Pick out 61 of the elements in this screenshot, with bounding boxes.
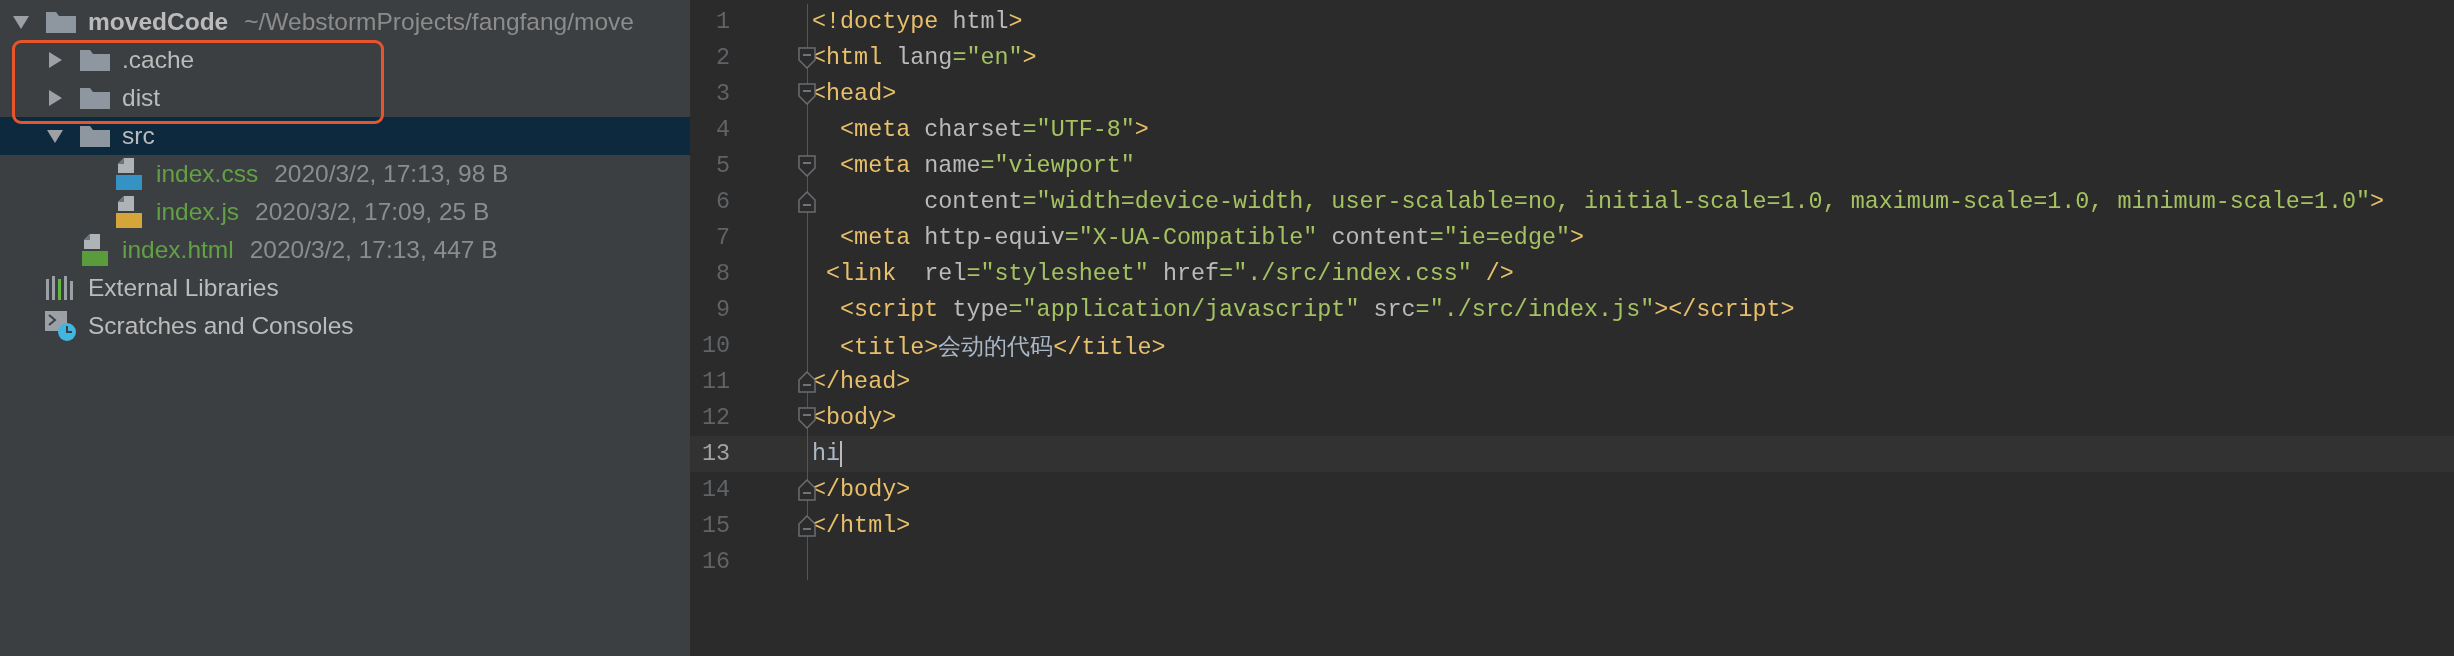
fold-marker-icon[interactable] xyxy=(798,479,816,501)
line-number: 7 xyxy=(714,225,730,251)
line-number: 8 xyxy=(714,261,730,287)
code-line: </head> xyxy=(811,369,911,395)
folder-icon xyxy=(79,124,111,148)
line-number: 12 xyxy=(700,405,730,431)
code-line: <!doctype html> xyxy=(811,9,1023,35)
file-name[interactable]: index.html xyxy=(122,236,234,264)
line-number: 13 xyxy=(700,441,730,467)
fold-marker-icon[interactable] xyxy=(798,47,816,69)
folder-icon xyxy=(45,10,77,34)
fold-marker-icon[interactable] xyxy=(798,191,816,213)
line-number: 4 xyxy=(714,117,730,143)
fold-marker-icon[interactable] xyxy=(798,83,816,105)
line-number: 15 xyxy=(700,513,730,539)
line-number: 6 xyxy=(714,189,730,215)
file-details: 2020/3/2, 17:13, 447 B xyxy=(249,236,498,264)
code-line: <head> xyxy=(811,81,897,107)
fold-marker-icon[interactable] xyxy=(798,407,816,429)
folder-name[interactable]: src xyxy=(122,122,155,150)
code-line: </body> xyxy=(811,477,911,503)
line-number: 16 xyxy=(700,549,730,575)
tree-node-label[interactable]: External Libraries xyxy=(88,274,279,302)
folder-name[interactable]: movedCode xyxy=(88,8,229,36)
line-number: 1 xyxy=(714,9,730,35)
line-number: 9 xyxy=(714,297,730,323)
fold-marker-icon[interactable] xyxy=(798,515,816,537)
fold-marker-icon[interactable] xyxy=(798,155,816,177)
line-number: 5 xyxy=(714,153,730,179)
code-line: </html> xyxy=(811,513,911,539)
code-line: <script type="application/javascript" src="./src/index.js"></script> xyxy=(839,297,1795,323)
code-line: hi xyxy=(811,440,843,468)
line-number: 11 xyxy=(700,369,730,395)
folder-icon xyxy=(79,86,111,110)
folder-name[interactable]: dist xyxy=(122,84,161,112)
folder-icon xyxy=(79,48,111,72)
file-icon xyxy=(116,195,142,229)
line-number: 3 xyxy=(714,81,730,107)
file-details: 2020/3/2, 17:13, 98 B xyxy=(274,160,509,188)
tree-node-label[interactable]: Scratches and Consoles xyxy=(88,312,354,340)
code-line: <meta charset="UTF-8"> xyxy=(839,117,1149,143)
file-icon xyxy=(82,233,108,267)
file-name[interactable]: index.css xyxy=(156,160,259,188)
code-line: <link rel="stylesheet" href="./src/index.css" /> xyxy=(825,261,1514,287)
file-name[interactable]: index.js xyxy=(156,198,240,226)
line-number: 2 xyxy=(714,45,730,71)
project-path: ~/WebstormProjects/fangfang/move xyxy=(244,8,634,36)
code-line: <body> xyxy=(811,405,897,431)
fold-marker-icon[interactable] xyxy=(798,371,816,393)
code-line: <meta http-equiv="X-UA-Compatible" content="ie=edge"> xyxy=(839,225,1585,251)
line-number: 10 xyxy=(700,333,730,359)
folder-name[interactable]: .cache xyxy=(122,46,195,74)
code-line: <title>会动的代码</title> xyxy=(839,334,1166,362)
console-clock-icon xyxy=(44,310,78,342)
file-icon xyxy=(116,157,142,191)
code-line: content="width=device-width, user-scalable=no, initial-scale=1.0, maximum-scale=1.0, minimum-scale=1.0"> xyxy=(923,189,2385,215)
code-line: <html lang="en"> xyxy=(811,45,1037,71)
tree-row-selected[interactable]: src xyxy=(0,117,690,155)
code-line: <meta name="viewport" xyxy=(839,153,1135,179)
line-number: 14 xyxy=(700,477,730,503)
file-details: 2020/3/2, 17:09, 25 B xyxy=(255,198,490,226)
